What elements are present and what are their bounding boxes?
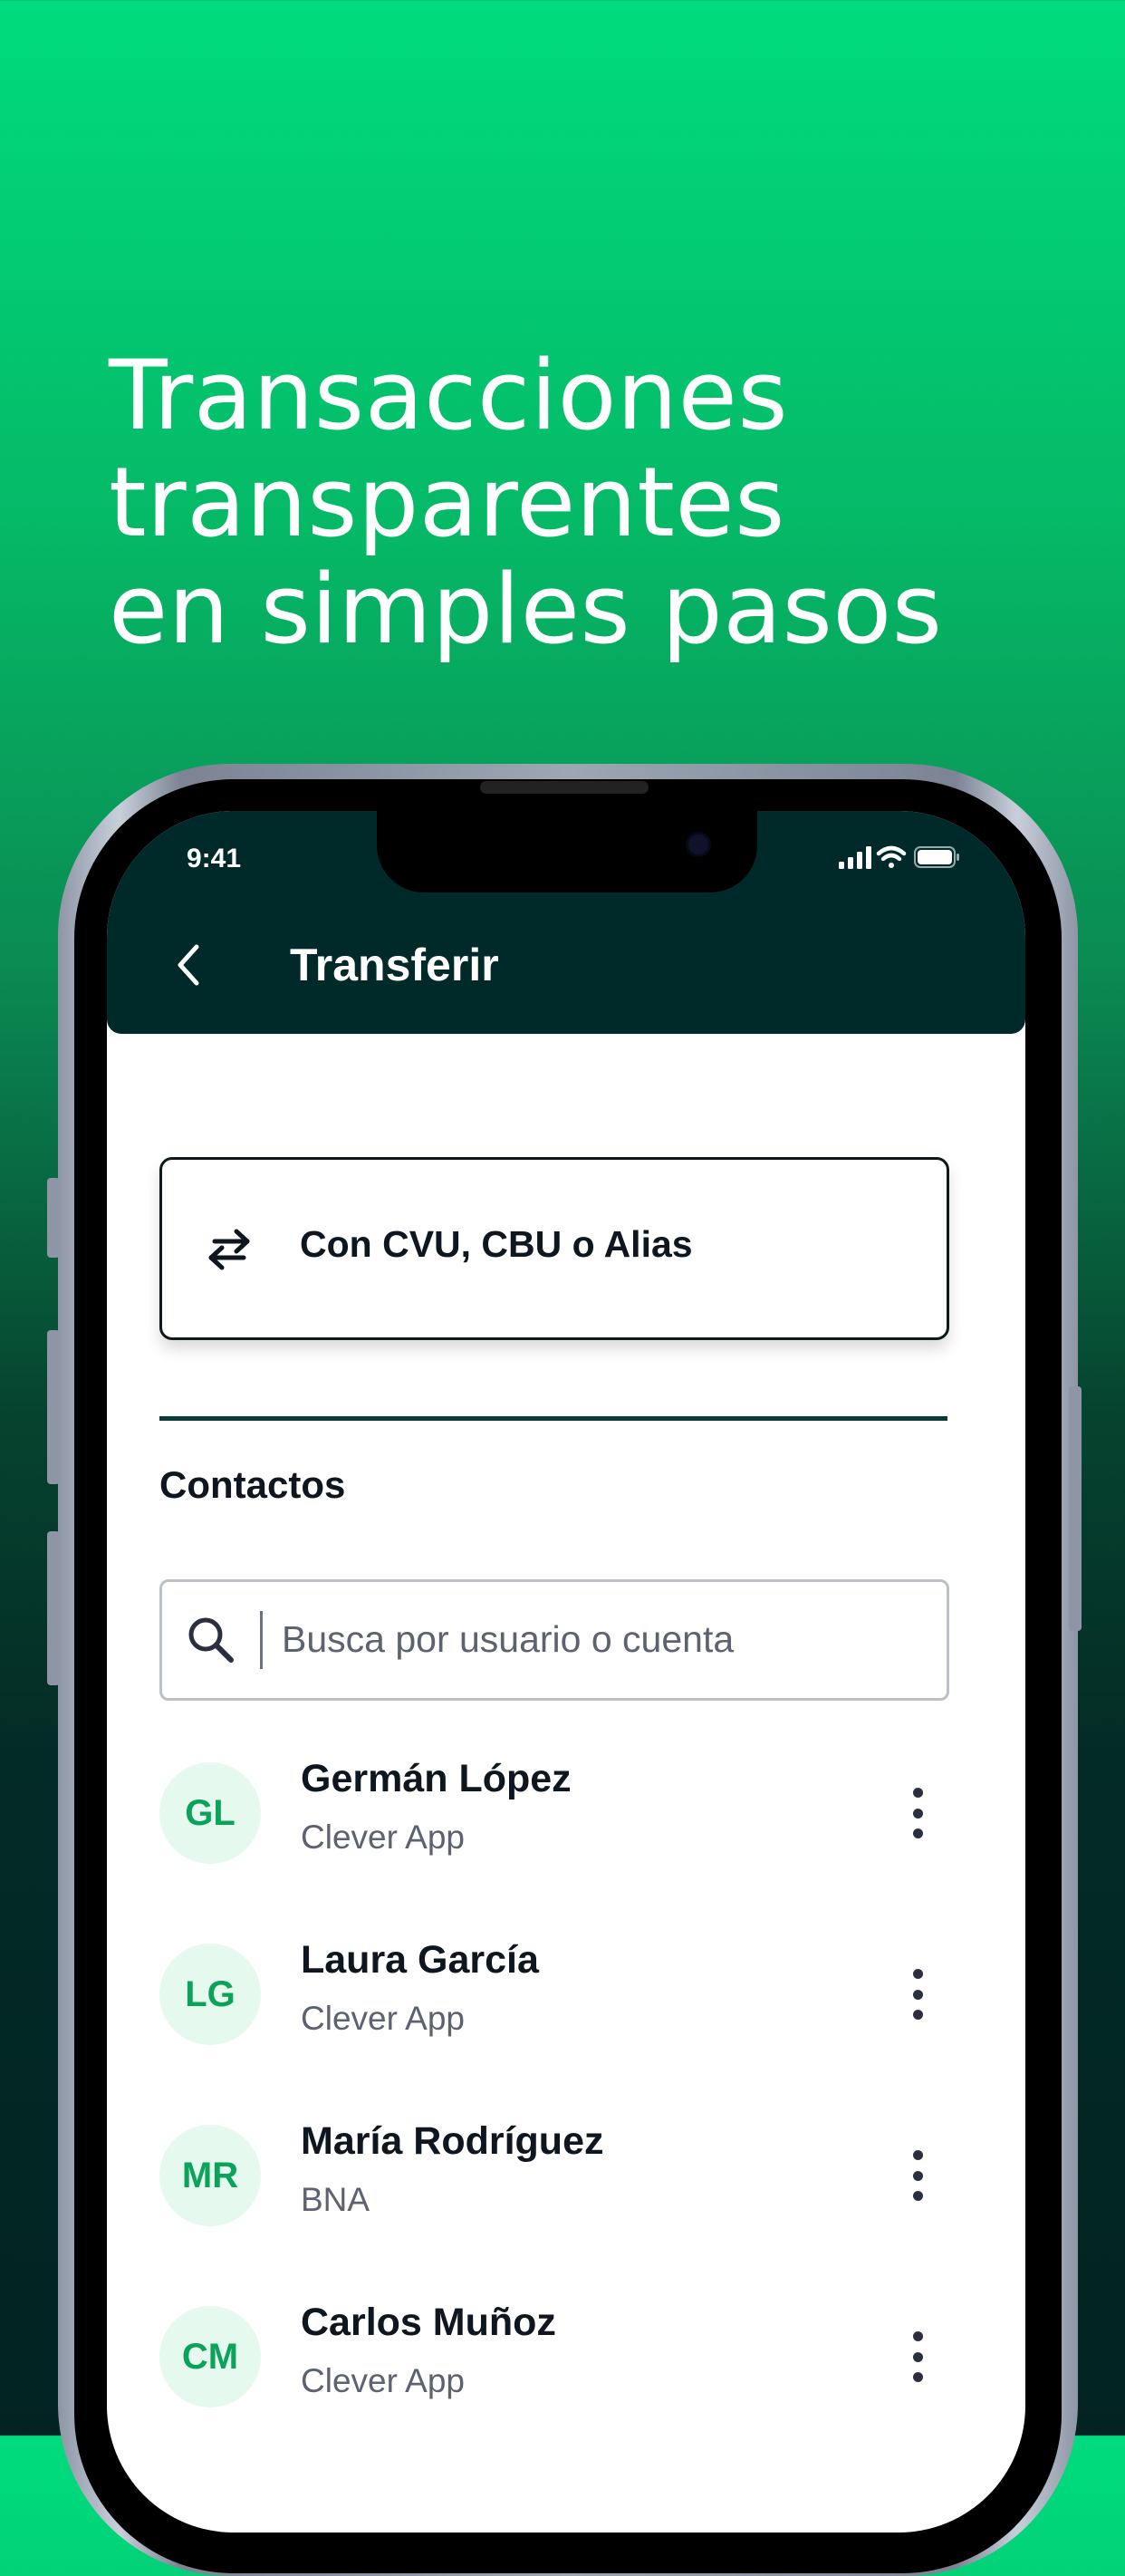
headline-line-1: Transacciones <box>109 340 789 451</box>
contact-name: María Rodríguez <box>301 2119 604 2163</box>
search-icon <box>188 1617 234 1663</box>
phone-power-button <box>1069 1386 1082 1631</box>
hero-headline: Transacciones transparentes en simples p… <box>109 343 1060 663</box>
page-title: Transferir <box>290 940 499 990</box>
search-placeholder: Busca por usuario o cuenta <box>282 1618 735 1660</box>
contact-name: Germán López <box>301 1757 572 1800</box>
contact-item[interactable]: MR María Rodríguez BNA <box>159 2119 957 2233</box>
status-time: 9:41 <box>187 844 242 873</box>
chevron-left-icon <box>178 944 199 986</box>
contact-avatar: GL <box>159 1762 261 1864</box>
phone-volume-down <box>47 1531 60 1685</box>
phone-speaker <box>480 781 649 794</box>
transfer-option-label: Con CVU, CBU o Alias <box>300 1223 693 1265</box>
contact-avatar: MR <box>159 2125 261 2226</box>
text-cursor <box>260 1611 263 1669</box>
contact-bank: BNA <box>301 2181 370 2218</box>
contact-bank: Clever App <box>301 2362 465 2399</box>
contact-name: Carlos Muñoz <box>301 2301 556 2344</box>
battery-icon <box>914 846 959 868</box>
more-options-icon[interactable] <box>904 2331 931 2382</box>
signal-icon <box>839 846 871 869</box>
contact-item[interactable]: GL Germán López Clever App <box>159 1757 957 1871</box>
swap-arrows-icon <box>208 1229 250 1270</box>
phone-mute-switch <box>47 1178 60 1258</box>
more-options-icon[interactable] <box>904 1788 931 1838</box>
app-bar: 9:41 Transferir <box>107 811 1025 1034</box>
phone-screen: 9:41 Transferir Con CVU, CBU o Alias Con… <box>107 811 1025 2533</box>
more-options-icon[interactable] <box>904 1969 931 2020</box>
front-camera <box>688 835 708 854</box>
transfer-by-cvu-button[interactable]: Con CVU, CBU o Alias <box>159 1157 949 1340</box>
back-button[interactable] <box>161 938 216 992</box>
contact-avatar: LG <box>159 1944 261 2045</box>
contact-name: Laura García <box>301 1938 539 1982</box>
more-options-icon[interactable] <box>904 2150 931 2201</box>
section-divider <box>159 1416 947 1421</box>
contact-search-input[interactable]: Busca por usuario o cuenta <box>159 1579 949 1701</box>
status-icons <box>839 844 962 875</box>
contact-item[interactable]: LG Laura García Clever App <box>159 1938 957 2052</box>
phone-volume-up <box>47 1330 60 1484</box>
contact-bank: Clever App <box>301 2000 465 2037</box>
contact-bank: Clever App <box>301 1819 465 1856</box>
headline-line-2: transparentes <box>109 447 785 558</box>
wifi-icon <box>876 845 907 868</box>
notch <box>377 811 757 892</box>
contact-avatar: CM <box>159 2306 261 2407</box>
headline-line-3: en simples pasos <box>109 554 943 665</box>
contact-item[interactable]: CM Carlos Muñoz Clever App <box>159 2301 957 2415</box>
contacts-section-title: Contactos <box>159 1463 346 1506</box>
